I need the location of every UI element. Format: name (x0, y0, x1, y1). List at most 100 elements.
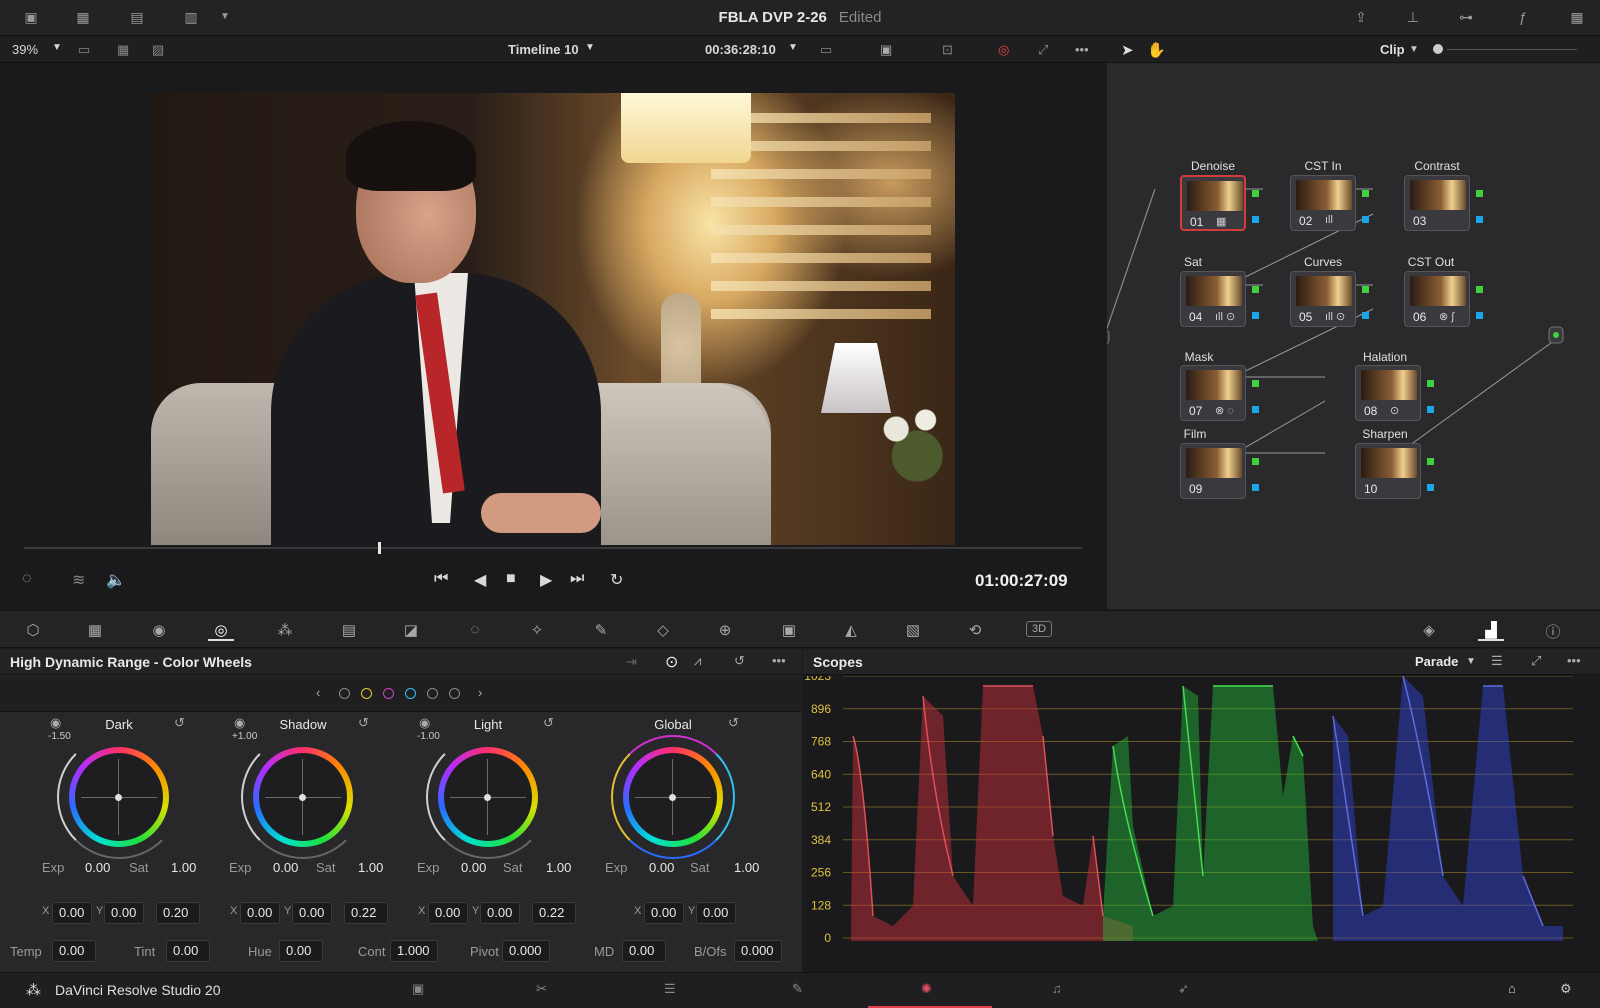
x-value-field[interactable]: 0.00 (428, 902, 468, 924)
split-viewer-icon[interactable]: ▦ (117, 42, 129, 58)
alpha-output-pin[interactable] (1252, 406, 1259, 413)
more-options-icon[interactable]: ••• (1567, 653, 1581, 668)
single-viewer-icon[interactable]: ▭ (78, 42, 90, 58)
zone-icon[interactable]: ◉ (234, 715, 245, 731)
more-options-icon[interactable]: ••• (772, 653, 786, 668)
pointer-tool-icon[interactable]: ➤ (1121, 41, 1134, 59)
node-03[interactable]: 03 (1404, 175, 1470, 231)
wheel-puck[interactable] (115, 794, 122, 801)
exp-value[interactable]: 0.00 (85, 860, 110, 875)
zoom-slider-track[interactable] (1447, 49, 1577, 50)
exp-value[interactable]: 0.00 (273, 860, 298, 875)
hdr-monitor-icon[interactable]: ▣ (880, 42, 892, 58)
tint-field[interactable]: 0.00 (166, 940, 210, 962)
y-value-field[interactable]: 0.00 (696, 902, 736, 924)
scrubber-track[interactable] (24, 547, 1082, 549)
effects-icon[interactable]: ƒ (1512, 8, 1534, 26)
zone-icon[interactable]: ◉ (50, 715, 61, 731)
page-dot[interactable] (405, 688, 416, 699)
sat-value[interactable]: 1.00 (546, 860, 571, 875)
edit-page-icon[interactable]: ☰ (664, 981, 676, 997)
falloff-field[interactable]: 0.22 (532, 902, 576, 924)
wipe-icon[interactable]: ▨ (152, 42, 164, 58)
fusion-page-icon[interactable]: ✎ (792, 981, 803, 997)
loop-icon[interactable]: ↻ (610, 570, 623, 590)
node-02[interactable]: 02 ıll (1290, 175, 1356, 231)
motion-effects-icon[interactable]: ▤ (336, 621, 362, 641)
temp-field[interactable]: 0.00 (52, 940, 96, 962)
y-value-field[interactable]: 0.00 (292, 902, 332, 924)
rgb-output-pin[interactable] (1427, 380, 1434, 387)
reset-icon[interactable]: ↺ (174, 715, 185, 731)
rgb-output-pin[interactable] (1476, 286, 1483, 293)
reset-icon[interactable]: ↺ (728, 715, 739, 731)
node-mode-select[interactable]: Clip (1380, 42, 1405, 57)
wheel-light[interactable]: Light ◉ -1.00 ↺ (393, 715, 583, 967)
rgb-output-pin[interactable] (1252, 458, 1259, 465)
pivot-field[interactable]: 0.000 (502, 940, 550, 962)
volume-icon[interactable]: 🔈 (106, 570, 126, 590)
page-dot[interactable] (427, 688, 438, 699)
cut-page-icon[interactable]: ✂ (536, 981, 547, 997)
onion-skin-icon[interactable]: ◌ (22, 570, 32, 588)
rgb-output-pin[interactable] (1476, 190, 1483, 197)
reset-icon[interactable]: ↺ (358, 715, 369, 731)
video-frame[interactable] (151, 93, 955, 545)
contrast-field[interactable]: 1.000 (390, 940, 438, 962)
page-dot[interactable] (449, 688, 460, 699)
color-picker-icon[interactable]: ◎ (998, 42, 1009, 58)
camera-raw-icon[interactable]: ⬡ (20, 621, 46, 641)
fullscreen-icon[interactable]: ⤢ (1038, 42, 1048, 58)
more-options-icon[interactable]: ••• (1075, 42, 1089, 57)
scope-settings-icon[interactable]: ☰ (1491, 653, 1503, 669)
wheel-puck[interactable] (484, 794, 491, 801)
wheel-dark[interactable]: Dark ◉ -1.50 ↺ (24, 715, 214, 967)
color-page-icon[interactable]: ✺ (921, 981, 932, 997)
link-icon[interactable]: ⇥ (626, 654, 637, 670)
chevron-down-icon[interactable]: ▼ (788, 42, 798, 53)
viewer-mode-icon[interactable]: ▭ (820, 42, 832, 58)
x-value-field[interactable]: 0.00 (644, 902, 684, 924)
alpha-output-pin[interactable] (1362, 312, 1369, 319)
go-to-start-icon[interactable]: ⏮ (434, 570, 448, 588)
home-icon[interactable]: ⌂ (1508, 981, 1516, 996)
wheel-puck[interactable] (299, 794, 306, 801)
page-dot[interactable] (383, 688, 394, 699)
eyedropper-icon[interactable]: ✎ (588, 621, 614, 641)
chevron-down-icon[interactable]: ▼ (52, 42, 62, 53)
rgb-output-pin[interactable] (1252, 380, 1259, 387)
chevron-down-icon[interactable]: ▼ (1466, 656, 1476, 667)
sat-value[interactable]: 1.00 (734, 860, 759, 875)
hdr-icon[interactable]: ◎ (208, 621, 234, 641)
wheel-shadow[interactable]: Shadow ◉ +1.00 ↺ (208, 715, 398, 967)
play-icon[interactable]: ▶ (540, 570, 552, 590)
alpha-output-pin[interactable] (1476, 216, 1483, 223)
keyframes-icon[interactable]: ◈ (1416, 621, 1442, 641)
scope-mode-select[interactable]: Parade (1415, 654, 1458, 669)
rgb-mixer-icon[interactable]: ⁂ (272, 621, 298, 641)
rgb-output-pin[interactable] (1427, 458, 1434, 465)
node-01[interactable]: 01 ▦ (1180, 175, 1246, 231)
reset-icon[interactable]: ↺ (734, 653, 745, 669)
3d-icon[interactable]: 3D (1026, 621, 1052, 637)
settings-gear-icon[interactable]: ⚙ (1560, 981, 1572, 997)
y-value-field[interactable]: 0.00 (480, 902, 520, 924)
node-10[interactable]: 10 (1355, 443, 1421, 499)
falloff-field[interactable]: 0.22 (344, 902, 388, 924)
node-04[interactable]: 04 ıll ⊙ (1180, 271, 1246, 327)
x-value-field[interactable]: 0.00 (240, 902, 280, 924)
hand-tool-icon[interactable]: ✋ (1147, 41, 1166, 59)
reset-icon[interactable]: ↺ (543, 715, 554, 731)
md-field[interactable]: 0.00 (622, 940, 666, 962)
node-06[interactable]: 06 ⊗ ∫ (1404, 271, 1470, 327)
node-08[interactable]: 08 ⊙ (1355, 365, 1421, 421)
sizing-icon[interactable]: ⟲ (962, 621, 988, 641)
rgb-output-pin[interactable] (1362, 286, 1369, 293)
alpha-output-pin[interactable] (1252, 312, 1259, 319)
alpha-output-pin[interactable] (1252, 484, 1259, 491)
window-icon[interactable]: ◇ (650, 621, 676, 641)
scopes-icon[interactable]: ▟ (1478, 621, 1504, 641)
wheels-mode-icon[interactable]: ⊙ (665, 652, 678, 672)
curves-icon[interactable]: ◪ (398, 621, 424, 641)
qualifier-icon[interactable]: ✧ (524, 621, 550, 641)
